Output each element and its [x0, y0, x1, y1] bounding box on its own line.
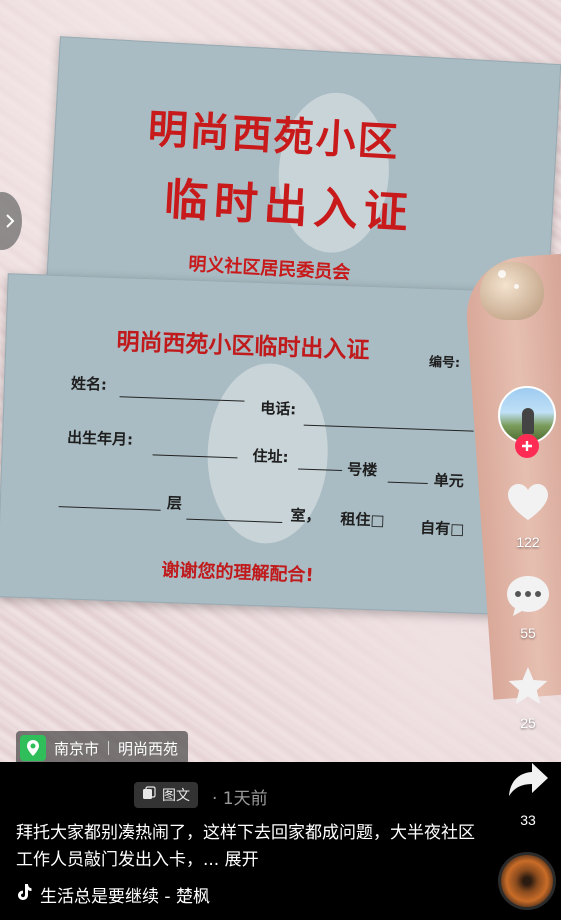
music-info[interactable]: 生活总是要继续 - 楚枫	[16, 882, 210, 907]
chevron-right-icon	[5, 213, 15, 229]
fingernail	[480, 262, 544, 320]
post-type-label: 图文	[162, 788, 190, 804]
location-tag[interactable]: 南京市 明尚西苑	[16, 731, 189, 762]
plus-icon	[521, 437, 533, 456]
building-label: 号楼	[346, 460, 378, 480]
pass-card-front: 明尚西苑小区临时出入证 编号: 姓名: 电话: 出生年月: 住址: 号楼 单元 …	[0, 273, 515, 615]
favorite-count: 25	[520, 715, 536, 731]
heart-icon	[506, 482, 550, 526]
unit-label: 单元	[433, 471, 465, 491]
name-label: 姓名:	[70, 374, 108, 394]
follow-button[interactable]	[515, 434, 539, 458]
avatar-figure	[522, 408, 534, 434]
birth-label: 出生年月:	[66, 428, 134, 449]
phone-label: 电话:	[259, 399, 297, 419]
share-arrow-icon	[506, 761, 550, 803]
front-card-thanks: 谢谢您的理解配合!	[161, 559, 315, 587]
post-caption: 拜托大家都别凑热闹了，这样下去回家都成问题，大半夜社区工作人员敲门发出入卡，..…	[16, 820, 486, 874]
front-card-title: 明尚西苑小区临时出入证	[116, 329, 370, 364]
expand-caption-link[interactable]: 展开	[225, 850, 259, 870]
room-label: 室，	[290, 506, 321, 526]
like-count: 122	[516, 534, 540, 550]
chat-bubble-icon	[505, 574, 551, 622]
number-label: 编号:	[428, 355, 461, 372]
location-divider	[108, 741, 110, 755]
address-label: 住址:	[252, 446, 289, 467]
share-button[interactable]	[504, 758, 552, 806]
star-icon	[506, 665, 550, 711]
floor-line-left	[58, 506, 161, 511]
post-photo[interactable]: 明尚西苑小区 临时出入证 明义社区居民委员会 明尚西苑小区临时出入证 编号: 姓…	[0, 0, 561, 762]
favorite-button[interactable]	[504, 664, 552, 712]
carousel-prev-button[interactable]	[0, 192, 22, 250]
tiktok-note-icon	[16, 883, 40, 906]
post-type-badge: 图文	[134, 782, 198, 808]
rent-option: 租住□	[340, 510, 385, 530]
location-pin-icon	[20, 735, 46, 761]
comment-count: 55	[520, 625, 536, 641]
music-title: 生活总是要继续 - 楚枫	[40, 887, 210, 907]
nail-glitter	[498, 270, 506, 278]
comment-button[interactable]	[504, 574, 552, 622]
floor-label: 层	[166, 493, 183, 513]
location-place: 明尚西苑	[118, 740, 179, 758]
back-card-title-line2: 临时出入证	[162, 174, 416, 240]
like-button[interactable]	[504, 480, 552, 528]
post-time: · 1天前	[212, 789, 268, 809]
music-disc[interactable]	[498, 852, 556, 910]
image-post-icon	[142, 786, 162, 804]
share-count: 33	[520, 812, 536, 828]
location-city: 南京市	[54, 740, 100, 758]
nail-glitter	[514, 284, 519, 289]
building-line	[387, 481, 428, 485]
own-option: 自有□	[419, 518, 465, 539]
phone-line	[303, 424, 474, 432]
